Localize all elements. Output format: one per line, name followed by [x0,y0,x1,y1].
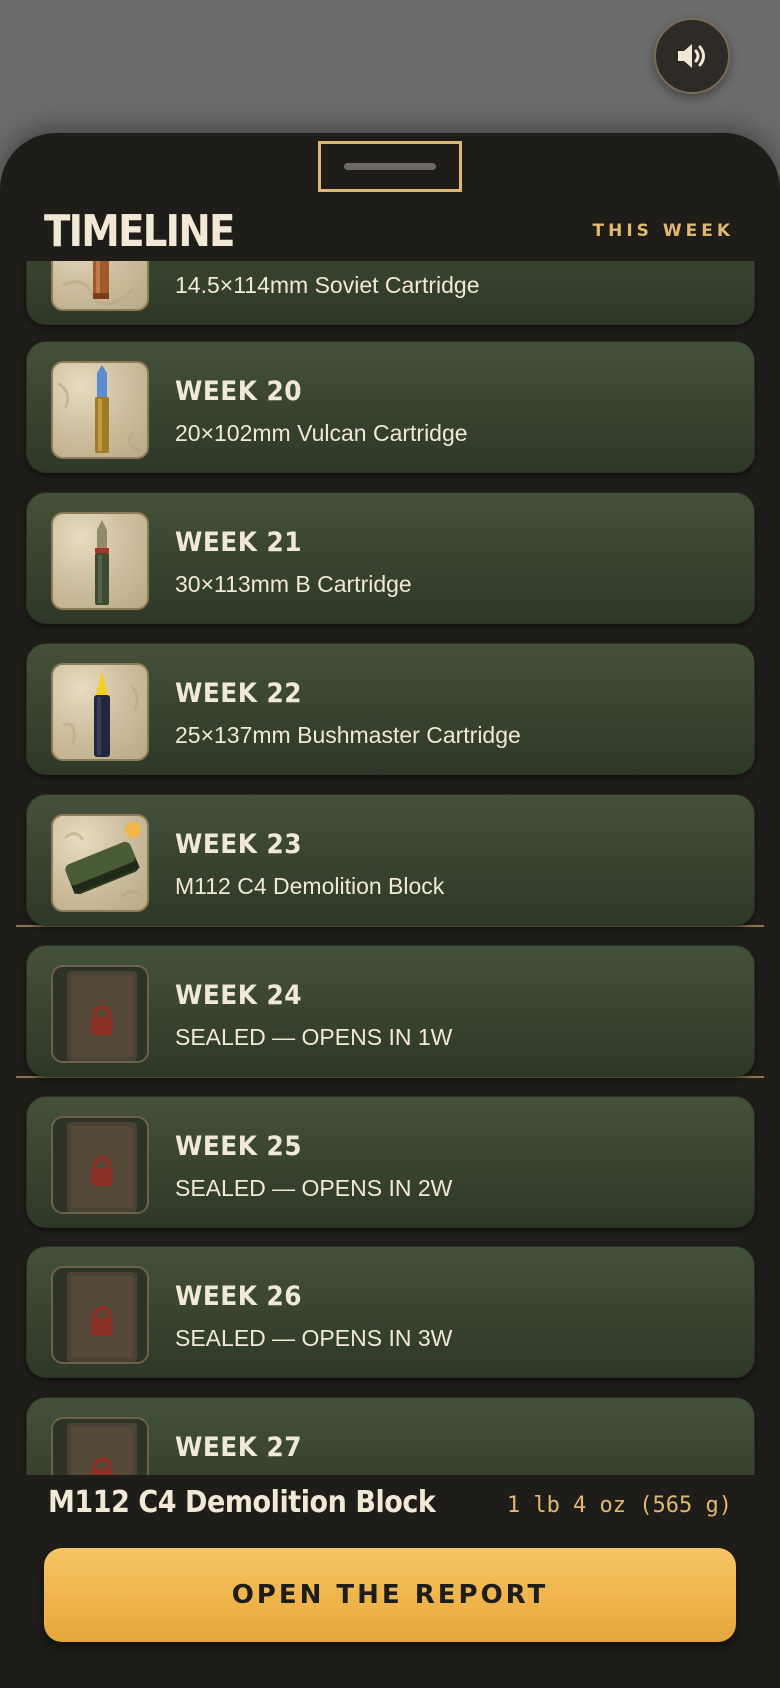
c4-demo-charge-icon [51,814,149,912]
timeline-sheet: TIMELINE THIS WEEK 14.5×114mm Soviet Car… [0,133,780,1688]
item-week-label: WEEK 24 [175,980,303,1011]
sealed-secret-folder-icon [51,1116,149,1214]
selected-item-weight: 1 lb 4 oz (565 g) [506,1493,732,1518]
selection-footer: M112 C4 Demolition Block 1 lb 4 oz (565 … [0,1475,780,1688]
timeline-item-sealed[interactable]: WEEK 26 SEALED — OPENS IN 3W [26,1246,755,1378]
item-name: SEALED — OPENS IN 3W [175,1325,453,1351]
item-name: 30×113mm B Cartridge [175,571,412,597]
handle-bar [344,163,436,170]
item-week-label: WEEK 20 [175,376,303,407]
item-name: SEALED — OPENS IN 2W [175,1175,453,1201]
item-week-label: WEEK 22 [175,678,303,709]
cartridge-copper-icon [51,261,149,311]
cartridge-yellow-tip-icon [51,663,149,761]
item-week-label: WEEK 21 [175,527,303,558]
page-title: TIMELINE [44,205,235,257]
item-name: 25×137mm Bushmaster Cartridge [175,722,521,748]
timeline-item[interactable]: WEEK 20 20×102mm Vulcan Cartridge [26,341,755,473]
timeline-item-sealed[interactable]: WEEK 24 SEALED — OPENS IN 1W [26,945,755,1077]
cartridge-red-band-icon [51,512,149,610]
item-week-label: WEEK 27 [175,1432,303,1463]
timeline-item[interactable]: WEEK 22 25×137mm Bushmaster Cartridge [26,643,755,775]
item-name: 14.5×114mm Soviet Cartridge [175,272,480,298]
open-report-label: OPEN THE REPORT [231,1580,549,1610]
timeline-item[interactable]: 14.5×114mm Soviet Cartridge [26,261,755,325]
sealed-secret-folder-icon [51,965,149,1063]
timeline-item[interactable]: WEEK 21 30×113mm B Cartridge [26,492,755,624]
timeline-list[interactable]: 14.5×114mm Soviet Cartridge WEEK 20 20×1… [0,261,780,1608]
new-indicator [125,822,141,838]
speaker-icon [678,44,705,68]
this-week-link[interactable]: THIS WEEK [593,221,734,241]
item-name: SEALED — OPENS IN 1W [175,1024,453,1050]
item-week-label: WEEK 26 [175,1281,303,1312]
sound-toggle-button[interactable] [654,18,730,94]
item-name: 20×102mm Vulcan Cartridge [175,420,468,446]
item-week-label: WEEK 23 [175,829,303,860]
cartridge-blue-tip-icon [51,361,149,459]
item-name: M112 C4 Demolition Block [175,873,445,899]
sealed-secret-folder-icon [51,1266,149,1364]
timeline-item-sealed[interactable]: WEEK 25 SEALED — OPENS IN 2W [26,1096,755,1228]
item-week-label: WEEK 25 [175,1131,303,1162]
timeline-header: TIMELINE THIS WEEK [0,201,780,261]
drag-handle[interactable] [318,141,462,192]
timeline-item-current[interactable]: WEEK 23 M112 C4 Demolition Block [26,794,755,926]
selected-item-name: M112 C4 Demolition Block [48,1485,436,1520]
open-report-button[interactable]: OPEN THE REPORT [44,1548,736,1642]
